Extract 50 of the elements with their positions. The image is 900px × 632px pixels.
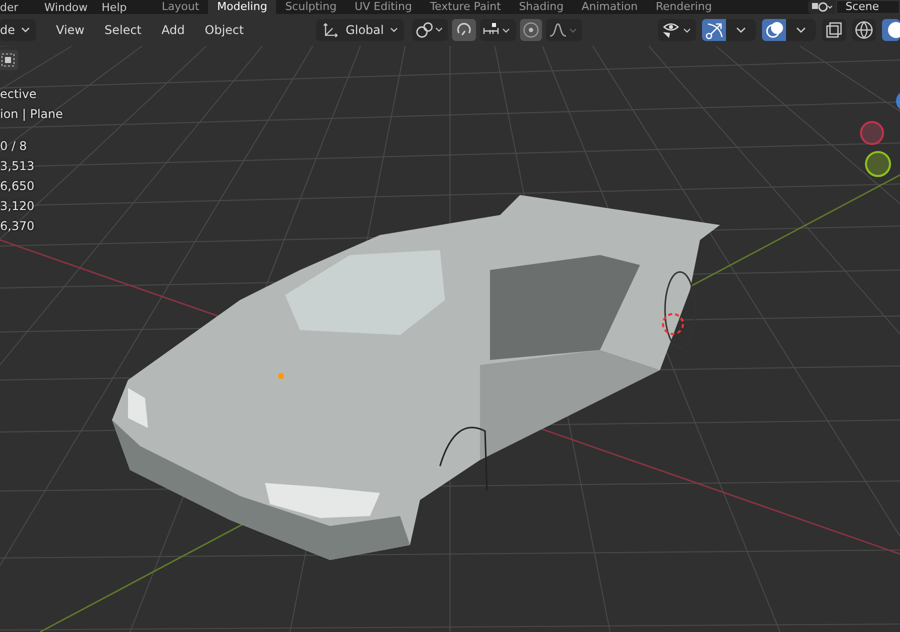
pivot-button[interactable]	[412, 19, 448, 41]
menu-item[interactable]: Help	[102, 0, 141, 14]
xray-button[interactable]	[822, 19, 846, 41]
workspace-tab[interactable]: Rendering	[646, 0, 721, 14]
stats-value: 6,650	[0, 178, 36, 195]
gizmo-button[interactable]	[702, 19, 756, 41]
menu-item[interactable]: Window	[44, 0, 102, 14]
overlapping-squares-icon	[824, 20, 844, 40]
workspace-tab[interactable]: Sculpting	[276, 0, 346, 14]
workspace-tab[interactable]: UV Editing	[346, 0, 421, 14]
workspace-tab[interactable]: Layout	[152, 0, 208, 14]
caret-icon	[786, 19, 816, 41]
wireframe-button[interactable]	[852, 19, 876, 41]
mode-dropdown[interactable]: de	[0, 19, 36, 41]
menu-item[interactable]: der	[0, 0, 32, 14]
caret-icon	[390, 27, 398, 33]
scene-selector-button[interactable]	[808, 0, 836, 14]
overlay-button[interactable]	[762, 19, 816, 41]
stats-value: 6,370	[0, 218, 36, 235]
target-circle-icon	[522, 21, 540, 39]
caret-icon	[21, 27, 30, 33]
header-menu-item[interactable]: View	[48, 23, 92, 37]
orientation-dropdown[interactable]: Global	[316, 19, 404, 41]
select-box-icon	[0, 52, 16, 68]
snap-button[interactable]	[452, 19, 476, 41]
workspace-tab[interactable]: Texture Paint	[420, 0, 510, 14]
stats-value: 3,513	[0, 158, 36, 175]
stats-value: 3,120	[0, 198, 36, 215]
globe-icon	[854, 20, 874, 40]
header-menu-item[interactable]: Object	[196, 23, 252, 37]
solid-button[interactable]	[882, 19, 900, 41]
axes-icon	[322, 21, 340, 39]
viewport-info-text: ective	[0, 86, 38, 103]
header-menu-item[interactable]: Add	[154, 23, 193, 37]
3d-viewport[interactable]: ective ion | Plane 0 / 8 3,513 6,650 3,120 6,370	[0, 46, 900, 632]
workspace-tab[interactable]: Shading	[510, 0, 573, 14]
viewport-info-text: ion | Plane	[0, 106, 63, 123]
overlapping-circles-icon	[764, 20, 786, 40]
workspace-tab[interactable]: Animation	[572, 0, 647, 14]
proportional-button[interactable]	[520, 19, 542, 41]
falloff-button[interactable]	[546, 19, 582, 41]
workspace-tab[interactable]: Modeling	[208, 0, 276, 14]
visibility-button[interactable]	[658, 19, 696, 41]
scene-icon	[811, 1, 834, 13]
caret-icon	[726, 19, 756, 41]
scene-name-field[interactable]: Scene	[836, 0, 900, 14]
select-box-tool-button[interactable]	[0, 50, 18, 70]
stats-value: 0 / 8	[0, 138, 28, 155]
snap-target-button[interactable]	[480, 19, 516, 41]
header-menu-item[interactable]: Select	[96, 23, 150, 37]
